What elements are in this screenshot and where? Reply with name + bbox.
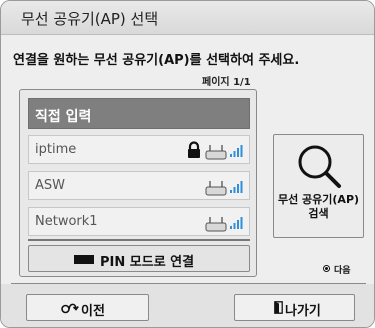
ok-key-icon (323, 265, 330, 272)
router-icon (205, 217, 227, 232)
lock-icon (188, 141, 200, 158)
signal-icon (230, 217, 243, 229)
exit-door-icon (274, 301, 283, 314)
back-button[interactable]: 이전 (26, 294, 149, 321)
direct-input-item[interactable]: 직접 입력 (28, 98, 250, 129)
magnifier-icon (298, 145, 341, 188)
pin-mode-connect-button[interactable]: PIN 모드로 연결 (28, 245, 250, 272)
back-arrow-icon (61, 303, 79, 314)
color-key-icon (74, 255, 94, 264)
ap-list-panel: 직접 입력 iptime ASW Network1 PIN 모드로 연결 (19, 89, 257, 277)
router-icon (205, 181, 227, 196)
instruction-text: 연결을 원하는 무선 공유기(AP)를 선택하여 주세요. (13, 53, 300, 68)
ap-ssid: Network1 (35, 214, 98, 229)
signal-icon (230, 181, 243, 193)
ap-search-label: 무선 공유기(AP) 검색 (277, 193, 360, 220)
exit-button[interactable]: 나가기 (234, 294, 355, 321)
footer-bar: 이전 나가기 (1, 284, 374, 327)
ap-list-item-asw[interactable]: ASW (28, 171, 250, 200)
signal-icon (230, 145, 243, 157)
ap-search-button[interactable]: 무선 공유기(AP) 검색 (273, 134, 364, 238)
back-label: 이전 (81, 304, 105, 319)
list-divider (28, 239, 250, 241)
ap-ssid: iptime (35, 142, 77, 157)
ap-list-item-iptime[interactable]: iptime (28, 135, 250, 164)
ap-list-item-network1[interactable]: Network1 (28, 207, 250, 236)
page-indicator: 페이지 1/1 (202, 77, 251, 88)
ap-select-dialog: 무선 공유기(AP) 선택 연결을 원하는 무선 공유기(AP)를 선택하여 주… (0, 0, 375, 328)
title-bar: 무선 공유기(AP) 선택 (1, 1, 374, 35)
dialog-title: 무선 공유기(AP) 선택 (21, 10, 159, 28)
ap-ssid: ASW (35, 178, 65, 193)
direct-input-label: 직접 입력 (35, 109, 92, 125)
pin-mode-label: PIN 모드로 연결 (100, 255, 195, 270)
next-hint: 다음 (334, 266, 351, 276)
exit-label: 나가기 (285, 304, 321, 319)
router-icon (205, 145, 227, 160)
